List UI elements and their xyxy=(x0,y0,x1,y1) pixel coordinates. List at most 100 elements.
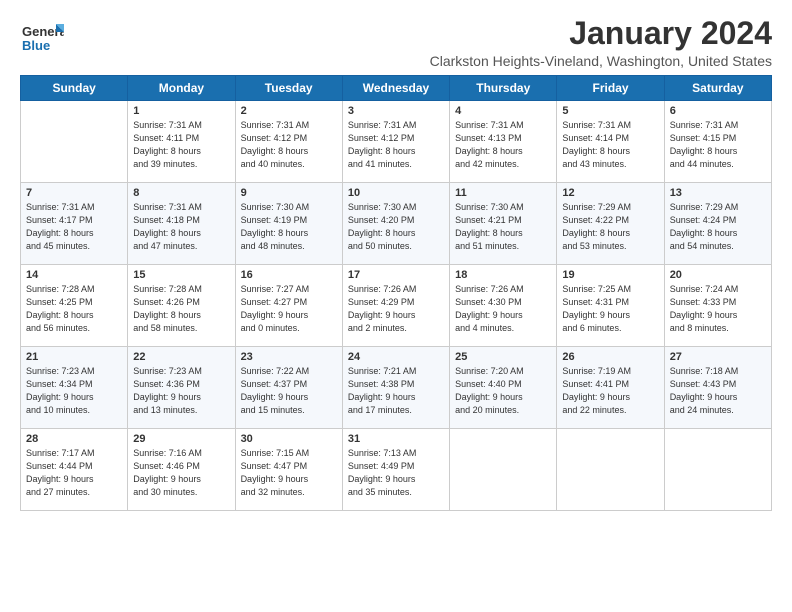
calendar-cell: 25 Sunrise: 7:20 AM Sunset: 4:40 PM Dayli… xyxy=(450,347,557,429)
calendar-cell: 4 Sunrise: 7:31 AM Sunset: 4:13 PM Daylig… xyxy=(450,101,557,183)
day-number: 15 xyxy=(133,269,229,281)
day-number: 25 xyxy=(455,351,551,363)
day-info: Sunrise: 7:28 AM Sunset: 4:26 PM Dayligh… xyxy=(133,283,229,335)
day-number: 9 xyxy=(241,187,337,199)
day-number: 7 xyxy=(26,187,122,199)
day-number: 22 xyxy=(133,351,229,363)
week-row-4: 21 Sunrise: 7:23 AM Sunset: 4:34 PM Dayli… xyxy=(21,347,772,429)
day-info: Sunrise: 7:31 AM Sunset: 4:18 PM Dayligh… xyxy=(133,201,229,253)
calendar-cell: 2Sunrise: 7:31 AM Sunset: 4:12 PM Daylig… xyxy=(235,101,342,183)
calendar-cell: 26 Sunrise: 7:19 AM Sunset: 4:41 PM Dayli… xyxy=(557,347,664,429)
calendar-cell: 6 Sunrise: 7:31 AM Sunset: 4:15 PM Daylig… xyxy=(664,101,771,183)
day-number: 31 xyxy=(348,433,444,445)
svg-text:Blue: Blue xyxy=(22,38,50,53)
day-info: Sunrise: 7:23 AM Sunset: 4:34 PM Dayligh… xyxy=(26,365,122,417)
day-number: 17 xyxy=(348,269,444,281)
calendar-cell xyxy=(664,429,771,511)
calendar-cell: 3 Sunrise: 7:31 AM Sunset: 4:12 PM Daylig… xyxy=(342,101,449,183)
calendar-cell: 16Sunrise: 7:27 AM Sunset: 4:27 PM Dayli… xyxy=(235,265,342,347)
day-info: Sunrise: 7:27 AM Sunset: 4:27 PM Dayligh… xyxy=(241,283,337,335)
location-title: Clarkston Heights-Vineland, Washington, … xyxy=(430,53,772,69)
calendar-cell xyxy=(450,429,557,511)
calendar-cell: 11 Sunrise: 7:30 AM Sunset: 4:21 PM Dayli… xyxy=(450,183,557,265)
day-number: 8 xyxy=(133,187,229,199)
weekday-header-friday: Friday xyxy=(557,76,664,101)
calendar-cell xyxy=(21,101,128,183)
calendar-cell: 5 Sunrise: 7:31 AM Sunset: 4:14 PM Daylig… xyxy=(557,101,664,183)
day-info: Sunrise: 7:22 AM Sunset: 4:37 PM Dayligh… xyxy=(241,365,337,417)
logo-icon: General Blue xyxy=(20,16,64,60)
day-info: Sunrise: 7:29 AM Sunset: 4:24 PM Dayligh… xyxy=(670,201,766,253)
weekday-header-thursday: Thursday xyxy=(450,76,557,101)
calendar-cell xyxy=(557,429,664,511)
day-number: 14 xyxy=(26,269,122,281)
day-info: Sunrise: 7:26 AM Sunset: 4:30 PM Dayligh… xyxy=(455,283,551,335)
weekday-header-sunday: Sunday xyxy=(21,76,128,101)
day-number: 28 xyxy=(26,433,122,445)
day-info: Sunrise: 7:31 AM Sunset: 4:13 PM Dayligh… xyxy=(455,119,551,171)
weekday-header-tuesday: Tuesday xyxy=(235,76,342,101)
weekday-header-monday: Monday xyxy=(128,76,235,101)
day-info: Sunrise: 7:13 AM Sunset: 4:49 PM Dayligh… xyxy=(348,447,444,499)
week-row-5: 28 Sunrise: 7:17 AM Sunset: 4:44 PM Dayli… xyxy=(21,429,772,511)
calendar-cell: 13Sunrise: 7:29 AM Sunset: 4:24 PM Dayli… xyxy=(664,183,771,265)
day-number: 30 xyxy=(241,433,337,445)
day-info: Sunrise: 7:31 AM Sunset: 4:15 PM Dayligh… xyxy=(670,119,766,171)
day-number: 3 xyxy=(348,105,444,117)
calendar-cell: 24 Sunrise: 7:21 AM Sunset: 4:38 PM Dayli… xyxy=(342,347,449,429)
day-number: 5 xyxy=(562,105,658,117)
day-number: 26 xyxy=(562,351,658,363)
day-info: Sunrise: 7:20 AM Sunset: 4:40 PM Dayligh… xyxy=(455,365,551,417)
day-number: 27 xyxy=(670,351,766,363)
page: General Blue January 2024 Clarkston Heig… xyxy=(0,0,792,521)
calendar-cell: 19 Sunrise: 7:25 AM Sunset: 4:31 PM Dayli… xyxy=(557,265,664,347)
day-info: Sunrise: 7:29 AM Sunset: 4:22 PM Dayligh… xyxy=(562,201,658,253)
calendar-cell: 7Sunrise: 7:31 AM Sunset: 4:17 PM Daylig… xyxy=(21,183,128,265)
day-number: 10 xyxy=(348,187,444,199)
day-number: 21 xyxy=(26,351,122,363)
day-info: Sunrise: 7:18 AM Sunset: 4:43 PM Dayligh… xyxy=(670,365,766,417)
day-number: 19 xyxy=(562,269,658,281)
calendar-cell: 29Sunrise: 7:16 AM Sunset: 4:46 PM Dayli… xyxy=(128,429,235,511)
week-row-2: 7Sunrise: 7:31 AM Sunset: 4:17 PM Daylig… xyxy=(21,183,772,265)
calendar-cell: 12 Sunrise: 7:29 AM Sunset: 4:22 PM Dayli… xyxy=(557,183,664,265)
weekday-header-wednesday: Wednesday xyxy=(342,76,449,101)
day-number: 6 xyxy=(670,105,766,117)
day-info: Sunrise: 7:16 AM Sunset: 4:46 PM Dayligh… xyxy=(133,447,229,499)
day-number: 12 xyxy=(562,187,658,199)
day-number: 4 xyxy=(455,105,551,117)
day-info: Sunrise: 7:15 AM Sunset: 4:47 PM Dayligh… xyxy=(241,447,337,499)
day-info: Sunrise: 7:17 AM Sunset: 4:44 PM Dayligh… xyxy=(26,447,122,499)
day-info: Sunrise: 7:30 AM Sunset: 4:19 PM Dayligh… xyxy=(241,201,337,253)
calendar-cell: 14 Sunrise: 7:28 AM Sunset: 4:25 PM Dayli… xyxy=(21,265,128,347)
calendar-cell: 1Sunrise: 7:31 AM Sunset: 4:11 PM Daylig… xyxy=(128,101,235,183)
day-info: Sunrise: 7:23 AM Sunset: 4:36 PM Dayligh… xyxy=(133,365,229,417)
day-info: Sunrise: 7:30 AM Sunset: 4:21 PM Dayligh… xyxy=(455,201,551,253)
day-number: 23 xyxy=(241,351,337,363)
day-info: Sunrise: 7:19 AM Sunset: 4:41 PM Dayligh… xyxy=(562,365,658,417)
day-number: 18 xyxy=(455,269,551,281)
calendar-cell: 22 Sunrise: 7:23 AM Sunset: 4:36 PM Dayli… xyxy=(128,347,235,429)
logo: General Blue xyxy=(20,16,64,65)
day-number: 24 xyxy=(348,351,444,363)
calendar-cell: 31 Sunrise: 7:13 AM Sunset: 4:49 PM Dayli… xyxy=(342,429,449,511)
day-info: Sunrise: 7:31 AM Sunset: 4:12 PM Dayligh… xyxy=(348,119,444,171)
weekday-header-saturday: Saturday xyxy=(664,76,771,101)
calendar-cell: 28 Sunrise: 7:17 AM Sunset: 4:44 PM Dayli… xyxy=(21,429,128,511)
day-info: Sunrise: 7:31 AM Sunset: 4:14 PM Dayligh… xyxy=(562,119,658,171)
day-info: Sunrise: 7:30 AM Sunset: 4:20 PM Dayligh… xyxy=(348,201,444,253)
day-info: Sunrise: 7:25 AM Sunset: 4:31 PM Dayligh… xyxy=(562,283,658,335)
calendar-cell: 10 Sunrise: 7:30 AM Sunset: 4:20 PM Dayli… xyxy=(342,183,449,265)
day-info: Sunrise: 7:28 AM Sunset: 4:25 PM Dayligh… xyxy=(26,283,122,335)
day-info: Sunrise: 7:31 AM Sunset: 4:11 PM Dayligh… xyxy=(133,119,229,171)
calendar-cell: 8 Sunrise: 7:31 AM Sunset: 4:18 PM Daylig… xyxy=(128,183,235,265)
calendar-cell: 20Sunrise: 7:24 AM Sunset: 4:33 PM Dayli… xyxy=(664,265,771,347)
day-info: Sunrise: 7:21 AM Sunset: 4:38 PM Dayligh… xyxy=(348,365,444,417)
calendar-cell: 23 Sunrise: 7:22 AM Sunset: 4:37 PM Dayli… xyxy=(235,347,342,429)
day-info: Sunrise: 7:24 AM Sunset: 4:33 PM Dayligh… xyxy=(670,283,766,335)
calendar-cell: 17Sunrise: 7:26 AM Sunset: 4:29 PM Dayli… xyxy=(342,265,449,347)
day-info: Sunrise: 7:31 AM Sunset: 4:12 PM Dayligh… xyxy=(241,119,337,171)
title-block: January 2024 Clarkston Heights-Vineland,… xyxy=(430,16,772,69)
calendar-cell: 18 Sunrise: 7:26 AM Sunset: 4:30 PM Dayli… xyxy=(450,265,557,347)
day-number: 11 xyxy=(455,187,551,199)
